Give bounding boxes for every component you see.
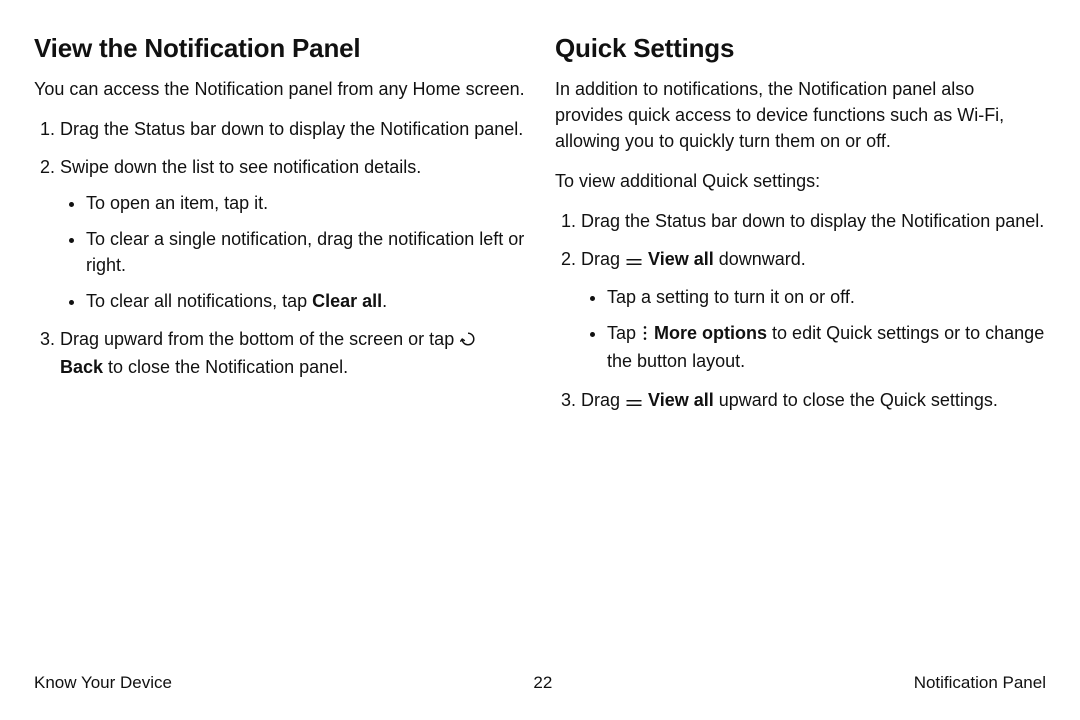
qs-step-1: Drag the Status bar down to display the … (581, 208, 1046, 234)
qs-step-2b-pre: Tap (607, 323, 641, 343)
page-footer: Know Your Device 22 Notification Panel (34, 663, 1046, 696)
qs-step-2: Drag View all downward. Tap a setting to… (581, 246, 1046, 374)
step-2: Swipe down the list to see notification … (60, 154, 525, 314)
step-3: Drag upward from the bottom of the scree… (60, 326, 525, 380)
step-3-pre: Drag upward from the bottom of the scree… (60, 329, 459, 349)
footer-right: Notification Panel (914, 671, 1046, 696)
qs-step-3-post: upward to close the Quick settings. (714, 390, 998, 410)
page-number: 22 (533, 671, 552, 696)
view-all-label-2: View all (648, 390, 714, 410)
step-2-text: Swipe down the list to see notification … (60, 157, 421, 177)
qs-step-2-post: downward. (714, 249, 806, 269)
step-2c: To clear all notifications, tap Clear al… (86, 288, 525, 314)
step-2c-pre: To clear all notifications, tap (86, 291, 312, 311)
heading-quick-settings: Quick Settings (555, 30, 1046, 68)
step-3-post: to close the Notification panel. (103, 357, 348, 377)
qs-step-2-pre: Drag (581, 249, 625, 269)
right-column: Quick Settings In addition to notificati… (555, 30, 1046, 663)
view-all-label: View all (648, 249, 714, 269)
back-label: Back (60, 357, 103, 377)
clear-all-label: Clear all (312, 291, 382, 311)
step-2b: To clear a single notification, drag the… (86, 226, 525, 278)
qs-step-2a: Tap a setting to turn it on or off. (607, 284, 1046, 310)
left-column: View the Notification Panel You can acce… (34, 30, 525, 663)
qs-step-3-pre: Drag (581, 390, 625, 410)
qs-step-3: Drag View all upward to close the Quick … (581, 387, 1046, 415)
footer-left: Know Your Device (34, 671, 172, 696)
step-2c-post: . (382, 291, 387, 311)
back-icon (459, 328, 477, 354)
lead-text: To view additional Quick settings: (555, 168, 1046, 194)
heading-view-notification-panel: View the Notification Panel (34, 30, 525, 68)
intro-text-quick: In addition to notifications, the Notifi… (555, 76, 1046, 154)
step-1: Drag the Status bar down to display the … (60, 116, 525, 142)
step-2a: To open an item, tap it. (86, 190, 525, 216)
view-all-icon (625, 248, 643, 274)
more-options-icon (641, 322, 649, 348)
qs-step-2b: Tap More options to edit Quick settings … (607, 320, 1046, 374)
more-options-label: More options (654, 323, 767, 343)
intro-text: You can access the Notification panel fr… (34, 76, 525, 102)
view-all-icon (625, 389, 643, 415)
